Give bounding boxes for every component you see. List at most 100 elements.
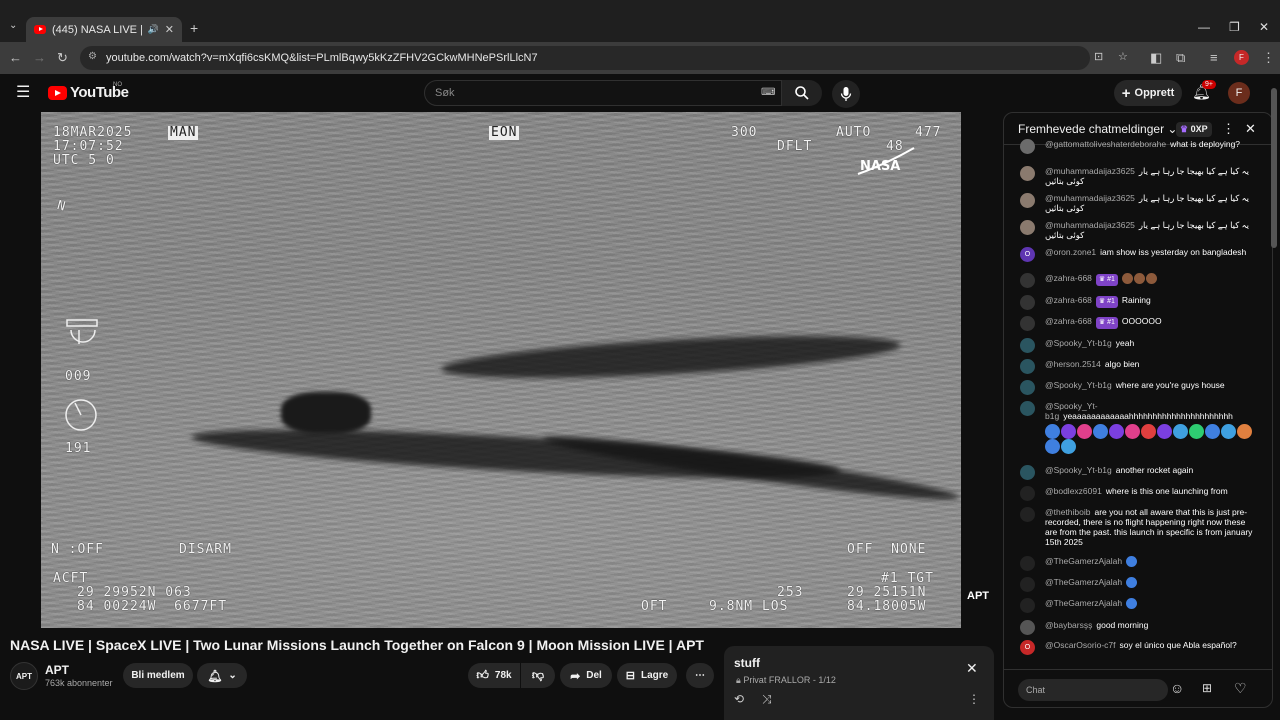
chat-author-name[interactable]: @muhammadaijaz3625 xyxy=(1045,220,1135,230)
chat-message[interactable]: @muhammadaijaz3625 یہ کیا ہے کیا بھیجا جا… xyxy=(1020,166,1256,186)
back-icon[interactable]: ← xyxy=(9,50,22,65)
chat-message[interactable]: @thethiboib are you not all aware that th… xyxy=(1020,507,1256,547)
chat-author-avatar[interactable] xyxy=(1020,316,1035,331)
forward-icon[interactable]: → xyxy=(33,50,46,65)
chat-author-name[interactable]: @Spooky_Yt-b1g xyxy=(1045,338,1112,348)
search-input[interactable]: Søk ⌨ xyxy=(424,80,782,106)
chat-message[interactable]: @TheGamerzAjalah xyxy=(1020,598,1256,613)
chat-author-name[interactable]: @gattomattoliveshaterdeborahe xyxy=(1045,139,1166,149)
chat-message[interactable]: @muhammadaijaz3625 یہ کیا ہے کیا بھیجا جا… xyxy=(1020,220,1256,240)
save-button[interactable]: ⊟ Lagre xyxy=(617,663,677,688)
chat-message[interactable]: @baybarsşş good morning xyxy=(1020,620,1256,635)
playlist-more-icon[interactable]: ⋮ xyxy=(968,692,980,706)
chat-message[interactable]: @zahra-668 ♛ #1 OOOOOO xyxy=(1020,316,1256,331)
account-avatar[interactable]: F xyxy=(1228,82,1250,104)
chat-author-avatar[interactable]: O xyxy=(1020,640,1035,655)
chat-message[interactable]: @Spooky_Yt-b1g yeah xyxy=(1020,338,1256,353)
share-button[interactable]: ➦ Del xyxy=(560,663,612,688)
tab-close-icon[interactable]: ✕ xyxy=(165,23,174,36)
puzzle-icon[interactable]: ⧉ xyxy=(1176,50,1185,66)
playlist-close-icon[interactable]: ✕ xyxy=(966,660,978,677)
chat-author-name[interactable]: @Spooky_Yt-b1g xyxy=(1045,465,1112,475)
chat-message[interactable]: @Spooky_Yt-b1g yeaaaaaaaaaaaahhhhhhhhhhhh… xyxy=(1020,401,1256,454)
chat-author-avatar[interactable] xyxy=(1020,273,1035,288)
new-tab-button[interactable]: + xyxy=(190,20,198,36)
chat-author-name[interactable]: @TheGamerzAjalah xyxy=(1045,556,1122,566)
xp-badge[interactable]: ♛ 0XP xyxy=(1176,122,1212,137)
chat-author-avatar[interactable] xyxy=(1020,401,1035,416)
create-button[interactable]: + Opprett xyxy=(1114,80,1182,106)
chat-close-icon[interactable]: ✕ xyxy=(1245,121,1256,137)
chat-author-name[interactable]: @herson.2514 xyxy=(1045,359,1101,369)
channel-avatar[interactable]: APT xyxy=(10,662,38,690)
chat-message[interactable]: @TheGamerzAjalah xyxy=(1020,556,1256,571)
chat-author-avatar[interactable] xyxy=(1020,338,1035,353)
chat-author-avatar[interactable] xyxy=(1020,295,1035,310)
super-chat-icon[interactable]: ⊞ xyxy=(1202,681,1212,695)
address-bar[interactable]: ⚙ youtube.com/watch?v=mXqfi6csKMQ&list=P… xyxy=(80,46,1128,70)
chat-author-avatar[interactable] xyxy=(1020,220,1035,235)
chat-author-name[interactable]: @muhammadaijaz3625 xyxy=(1045,193,1135,203)
chat-author-name[interactable]: @zahra-668 xyxy=(1045,273,1092,283)
search-button[interactable] xyxy=(782,80,822,106)
loop-icon[interactable]: ⟲ xyxy=(734,692,744,706)
keyboard-icon[interactable]: ⌨ xyxy=(761,87,775,98)
window-close-icon[interactable]: ✕ xyxy=(1259,20,1269,34)
chat-mode-dropdown[interactable]: Fremhevede chatmeldinger ⌄ xyxy=(1018,122,1177,136)
voice-search-button[interactable] xyxy=(832,80,860,108)
chat-author-name[interactable]: @bodlexz6091 xyxy=(1045,486,1102,496)
chat-message[interactable]: @bodlexz6091 where is this one launching … xyxy=(1020,486,1256,501)
chat-message[interactable]: @muhammadaijaz3625 یہ کیا ہے کیا بھیجا جا… xyxy=(1020,193,1256,213)
profile-icon[interactable]: F xyxy=(1234,50,1249,65)
chat-author-name[interactable]: @muhammadaijaz3625 xyxy=(1045,166,1135,176)
youtube-logo-icon[interactable] xyxy=(48,86,67,100)
chat-author-avatar[interactable] xyxy=(1020,380,1035,395)
chat-author-avatar[interactable] xyxy=(1020,166,1035,181)
chat-author-avatar[interactable] xyxy=(1020,556,1035,571)
chat-author-avatar[interactable] xyxy=(1020,465,1035,480)
emoji-icon[interactable]: ☺ xyxy=(1170,680,1184,696)
more-actions-button[interactable]: ⋯ xyxy=(686,663,714,688)
chat-author-name[interactable]: @zahra-668 xyxy=(1045,316,1092,326)
heart-icon[interactable]: ♡ xyxy=(1234,680,1247,697)
chat-author-name[interactable]: @thethiboib xyxy=(1045,507,1091,517)
maximize-icon[interactable]: ❐ xyxy=(1229,20,1240,34)
hamburger-menu-icon[interactable]: ☰ xyxy=(16,82,30,102)
chat-author-name[interactable]: @baybarsşş xyxy=(1045,620,1092,630)
join-button[interactable]: Bli medlem xyxy=(123,663,193,688)
chat-author-avatar[interactable] xyxy=(1020,507,1035,522)
minimize-icon[interactable]: — xyxy=(1198,20,1210,34)
playlist-title[interactable]: stuff xyxy=(734,656,760,670)
chat-input[interactable]: Chat xyxy=(1018,679,1168,701)
chat-author-avatar[interactable] xyxy=(1020,598,1035,613)
chat-author-name[interactable]: @Spooky_Yt-b1g xyxy=(1045,380,1112,390)
chat-message[interactable]: O @OscarOsorio-c7f soy el único que Abla e… xyxy=(1020,640,1256,655)
site-info-icon[interactable]: ⚙ xyxy=(88,51,97,62)
install-icon[interactable]: ⊡ xyxy=(1094,50,1103,63)
chat-author-avatar[interactable] xyxy=(1020,620,1035,635)
chat-message[interactable]: @zahra-668 ♛ #1 Raining xyxy=(1020,295,1256,310)
like-button[interactable]: 👍︎ 78k xyxy=(468,663,520,688)
chat-author-name[interactable]: @zahra-668 xyxy=(1045,295,1092,305)
chat-author-avatar[interactable] xyxy=(1020,139,1035,154)
chat-author-name[interactable]: @OscarOsorio-c7f xyxy=(1045,640,1116,650)
chat-message[interactable]: @TheGamerzAjalah xyxy=(1020,577,1256,592)
chat-message[interactable]: @gattomattoliveshaterdeborahe what is dep… xyxy=(1020,139,1256,154)
chat-message[interactable]: @herson.2514 algo bien xyxy=(1020,359,1256,374)
bookmark-star-icon[interactable]: ☆ xyxy=(1118,50,1128,63)
media-icon[interactable]: ≡ xyxy=(1210,50,1218,65)
chat-more-icon[interactable]: ⋮ xyxy=(1222,121,1235,137)
chat-message[interactable]: @Spooky_Yt-b1g where are you're guys hous… xyxy=(1020,380,1256,395)
chat-author-avatar[interactable] xyxy=(1020,359,1035,374)
page-scrollbar[interactable] xyxy=(1271,88,1277,248)
extension-icon[interactable]: ◧ xyxy=(1150,50,1162,66)
dislike-button[interactable]: 👎︎ xyxy=(521,663,555,688)
chat-author-avatar[interactable] xyxy=(1020,577,1035,592)
tab-search-icon[interactable]: ⌄ xyxy=(9,20,17,31)
chat-author-name[interactable]: @TheGamerzAjalah xyxy=(1045,598,1122,608)
chat-message[interactable]: @zahra-668 ♛ #1 xyxy=(1020,273,1256,288)
chat-author-name[interactable]: @oron.zone1 xyxy=(1045,247,1096,257)
chat-author-avatar[interactable] xyxy=(1020,486,1035,501)
chat-author-name[interactable]: @TheGamerzAjalah xyxy=(1045,577,1122,587)
chat-author-avatar[interactable]: O xyxy=(1020,247,1035,262)
